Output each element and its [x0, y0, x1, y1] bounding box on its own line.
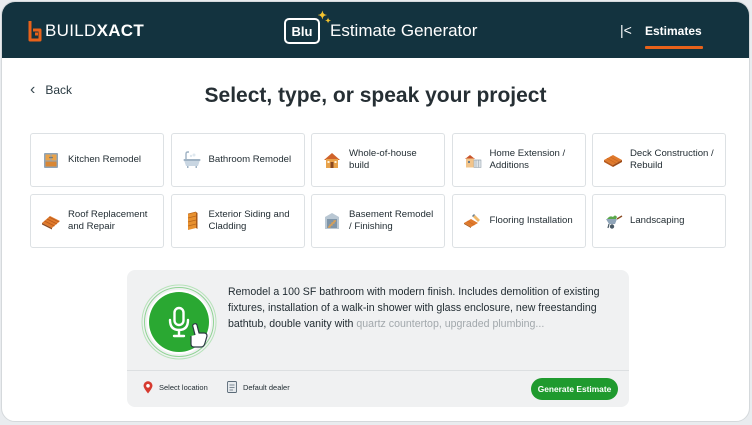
project-type-grid: Kitchen Remodel Bathroom Remodel Whole-o… [30, 133, 726, 248]
tile-label: Landscaping [630, 215, 685, 226]
brand-name-light: BUILD [45, 21, 97, 40]
nav-estimates-tab[interactable]: Estimates [645, 24, 702, 38]
flooring-icon [463, 214, 480, 228]
sparkle-small-icon: ✦ [325, 18, 331, 25]
tile-label: Exterior Siding and Cladding [208, 209, 290, 232]
cabinet-icon [44, 153, 58, 168]
tile-label: Roof Replacement and Repair [68, 209, 148, 232]
tile-home-extension[interactable]: Home Extension / Additions [451, 133, 586, 187]
tile-flooring-installation[interactable]: Flooring Installation [451, 194, 586, 248]
page-header-title: Estimate Generator [330, 21, 478, 40]
collapse-panel-icon[interactable]: |< [620, 22, 634, 38]
location-pin-icon [143, 380, 153, 393]
tile-roof-replacement[interactable]: Roof Replacement and Repair [30, 194, 164, 248]
blu-badge-label: Blu [291, 23, 313, 39]
default-dealer-button[interactable]: Default dealer [227, 380, 290, 394]
blu-badge: Blu ✦ ✦ [284, 11, 331, 44]
extension-icon [464, 155, 481, 168]
wheelbarrow-icon [606, 215, 623, 229]
tile-basement-remodel[interactable]: Basement Remodel / Finishing [311, 194, 445, 248]
tile-exterior-siding[interactable]: Exterior Siding and Cladding [170, 194, 305, 248]
deck-icon [604, 155, 622, 167]
tile-kitchen-remodel[interactable]: Kitchen Remodel [30, 133, 164, 187]
select-location-button[interactable]: Select location [143, 380, 208, 394]
siding-icon [187, 211, 197, 230]
tile-label: Whole-of-house build [349, 148, 417, 171]
tile-whole-of-house-build[interactable]: Whole-of-house build [311, 133, 445, 187]
tile-label: Bathroom Remodel [208, 154, 292, 165]
tile-deck-construction[interactable]: Deck Construction / Rebuild [592, 133, 726, 187]
app-title: Blu ✦ ✦ Estimate Generator [284, 11, 478, 46]
house-icon [324, 153, 340, 168]
voice-input-button[interactable] [141, 284, 217, 360]
prompt-panel: Remodel a 100 SF bathroom with modern fi… [127, 270, 629, 407]
tile-landscaping[interactable]: Landscaping [592, 194, 726, 248]
basement-icon [325, 213, 339, 229]
tile-label: Kitchen Remodel [68, 154, 142, 165]
brand-name: BUILDXACT [45, 21, 144, 41]
tile-label: Home Extension / Additions [489, 148, 566, 171]
app-frame: BUILDXACT Blu ✦ ✦ Estimate Generator |< … [1, 1, 750, 422]
default-dealer-label: Default dealer [243, 382, 290, 392]
top-bar: BUILDXACT Blu ✦ ✦ Estimate Generator |< … [2, 2, 749, 58]
dealer-icon [227, 381, 237, 393]
bathtub-icon [183, 151, 200, 168]
buildxact-logo: BUILDXACT [27, 18, 144, 44]
project-description-input[interactable]: Remodel a 100 SF bathroom with modern fi… [228, 284, 608, 332]
roof-icon [42, 216, 60, 230]
prompt-text-pending: quartz countertop, upgraded plumbing... [356, 318, 545, 330]
buildxact-logo-icon [28, 21, 42, 42]
panel-divider [127, 370, 629, 371]
select-location-label: Select location [159, 382, 208, 392]
tile-label: Deck Construction / Rebuild [630, 148, 714, 171]
tile-label: Basement Remodel / Finishing [349, 209, 434, 232]
brand-name-bold: XACT [96, 21, 145, 40]
tile-label: Flooring Installation [489, 215, 573, 226]
microphone-icon [141, 284, 217, 360]
page-title: Select, type, or speak your project [204, 84, 547, 107]
generate-estimate-button[interactable]: Generate Estimate [531, 378, 618, 400]
tile-bathroom-remodel[interactable]: Bathroom Remodel [170, 133, 305, 187]
active-tab-indicator [645, 46, 703, 49]
